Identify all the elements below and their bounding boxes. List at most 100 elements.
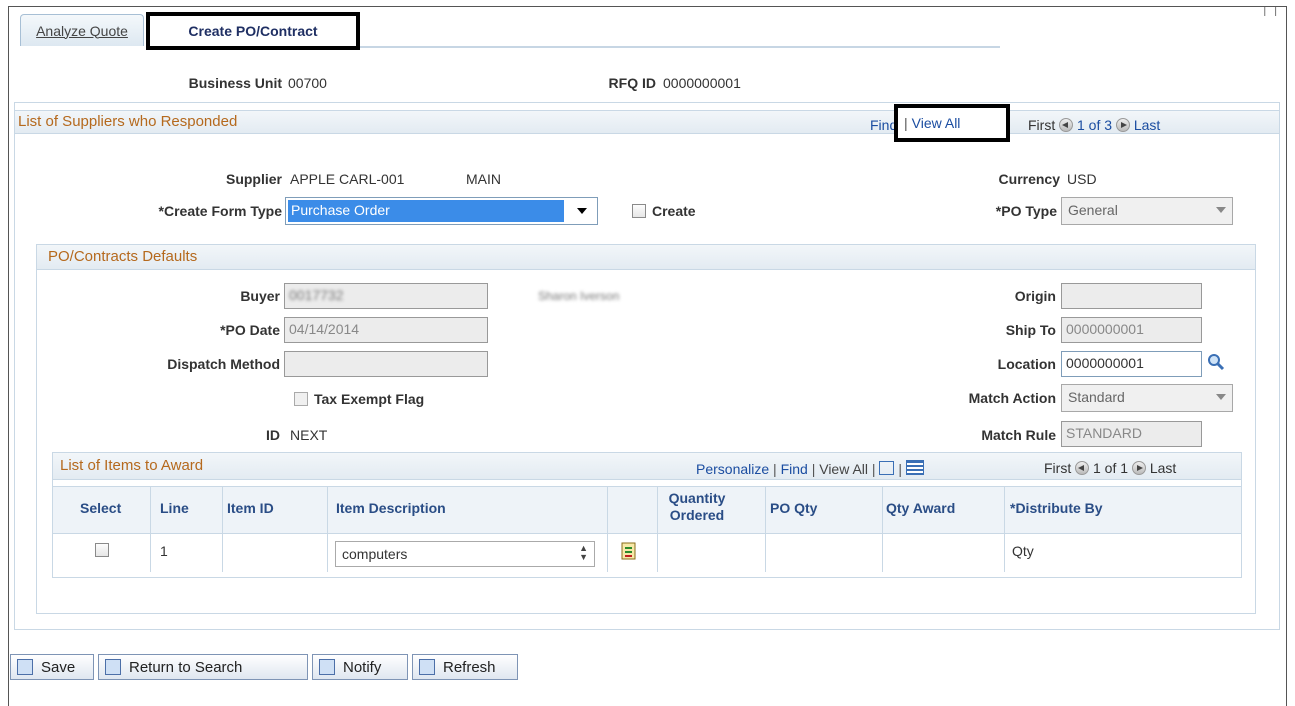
items-find-link[interactable]: Find [781,461,808,477]
spin-icon[interactable]: ▲ ▼ [579,544,588,562]
previous-icon[interactable] [1075,461,1090,475]
row-select-checkbox[interactable] [95,543,109,557]
col-qty-award: Qty Award [886,500,956,516]
origin-field [1061,283,1202,309]
tab-create-po-contract[interactable]: Create PO/Contract [146,12,360,50]
refresh-label: Refresh [443,658,496,676]
last-link[interactable]: Last [1134,117,1160,133]
po-type-value: General [1068,202,1118,218]
tax-exempt-label: Tax Exempt Flag [314,391,425,407]
column-divider [1004,486,1005,572]
chevron-down-icon [1216,207,1226,213]
po-type-select[interactable]: General [1061,197,1233,225]
notify-button[interactable]: Notify [312,654,408,680]
ship-to-field: 0000000001 [1061,317,1202,343]
view-all-highlight: | View All [894,104,1010,142]
tab-label: Create PO/Contract [188,23,318,39]
location-value: 0000000001 [1066,355,1144,371]
next-icon[interactable] [1115,118,1130,132]
create-form-type-value: Purchase Order [288,200,564,222]
business-unit-label: Business Unit [188,75,282,91]
item-description-field[interactable]: computers ▲ ▼ [335,541,595,567]
rfq-id-value: 0000000001 [663,75,741,91]
return-icon [105,659,121,675]
match-action-select[interactable]: Standard [1061,384,1233,412]
match-action-value: Standard [1068,389,1125,405]
first-label: First [1028,117,1056,133]
personalize-link[interactable]: Personalize [696,461,769,477]
buyer-name: Sharon Iverson [538,289,620,303]
items-toolbar: Personalize | Find | View All | | [696,460,924,477]
buyer-label: Buyer [240,288,280,304]
row-item-description: computers [342,546,408,562]
first-label: First [1044,460,1072,476]
location-label: Location [997,356,1056,372]
col-line: Line [160,500,189,516]
suppliers-section-title: List of Suppliers who Responded [18,113,238,130]
origin-label: Origin [1014,288,1056,304]
return-to-search-button[interactable]: Return to Search [98,654,308,680]
defaults-title: PO/Contracts Defaults [48,248,198,265]
column-divider [765,486,766,572]
col-distribute-by: *Distribute By [1010,500,1103,516]
tax-exempt-checkbox [294,392,308,406]
save-icon [17,659,33,675]
zoom-icon[interactable] [879,461,895,475]
separator: | [904,115,908,131]
id-value: NEXT [290,427,328,443]
id-label: ID [266,427,280,443]
download-icon[interactable] [905,460,924,475]
col-select: Select [80,500,122,516]
page-info: 1 of 3 [1077,117,1113,133]
column-divider [882,486,883,572]
top-separator: | | [1263,6,1277,17]
items-page-info: 1 of 1 [1093,460,1129,476]
create-form-type-select[interactable]: Purchase Order [285,197,598,225]
supplier-label: Supplier [225,171,282,187]
next-icon[interactable] [1131,461,1146,475]
defaults-header [36,244,1256,270]
row-distribute-by: Qty [1012,543,1034,559]
match-rule-value: STANDARD [1066,425,1142,441]
view-all-link[interactable]: View All [912,115,961,131]
save-button[interactable]: Save [10,654,94,680]
col-item-id: Item ID [227,500,274,516]
refresh-button[interactable]: Refresh [412,654,518,680]
tab-analyze-quote[interactable]: Analyze Quote [20,14,144,46]
column-divider [327,486,328,572]
po-type-label: *PO Type [995,203,1057,219]
save-label: Save [41,658,76,676]
match-action-label: Match Action [968,390,1056,406]
tab-underline [360,46,1000,48]
table-row [53,532,1241,572]
create-form-type-label: *Create Form Type [158,203,282,219]
create-checkbox[interactable] [632,204,646,218]
tab-label: Analyze Quote [36,22,128,39]
match-rule-label: Match Rule [981,427,1056,443]
location-input[interactable]: 0000000001 [1061,351,1202,377]
previous-icon[interactable] [1059,118,1074,132]
supplier-id: APPLE CARL-001 [290,171,405,187]
search-icon[interactable] [1207,352,1225,372]
match-rule-field: STANDARD [1061,421,1202,447]
supplier-location: MAIN [466,171,501,187]
col-po-qty: PO Qty [770,500,818,516]
create-checkbox-label: Create [652,203,696,219]
po-date-label: *PO Date [220,322,280,338]
po-date-value: 04/14/2014 [289,321,360,337]
buyer-value: 0017732 [289,287,344,303]
col-quantity-ordered: Quantity Ordered [668,490,726,523]
rfq-id-label: RFQ ID [608,75,656,91]
edit-description-icon[interactable] [620,541,638,561]
po-date-field: 04/14/2014 [284,317,488,343]
column-divider [150,486,151,572]
return-label: Return to Search [129,658,243,676]
currency-label: Currency [998,171,1060,187]
notify-icon [319,659,335,675]
items-view-all-link[interactable]: View All [819,461,868,477]
refresh-icon [419,659,435,675]
chevron-down-icon [577,208,587,214]
suppliers-pager: First 1 of 3 Last [1028,117,1160,133]
business-unit-value: 00700 [288,75,327,91]
col-item-description: Item Description [336,500,446,516]
